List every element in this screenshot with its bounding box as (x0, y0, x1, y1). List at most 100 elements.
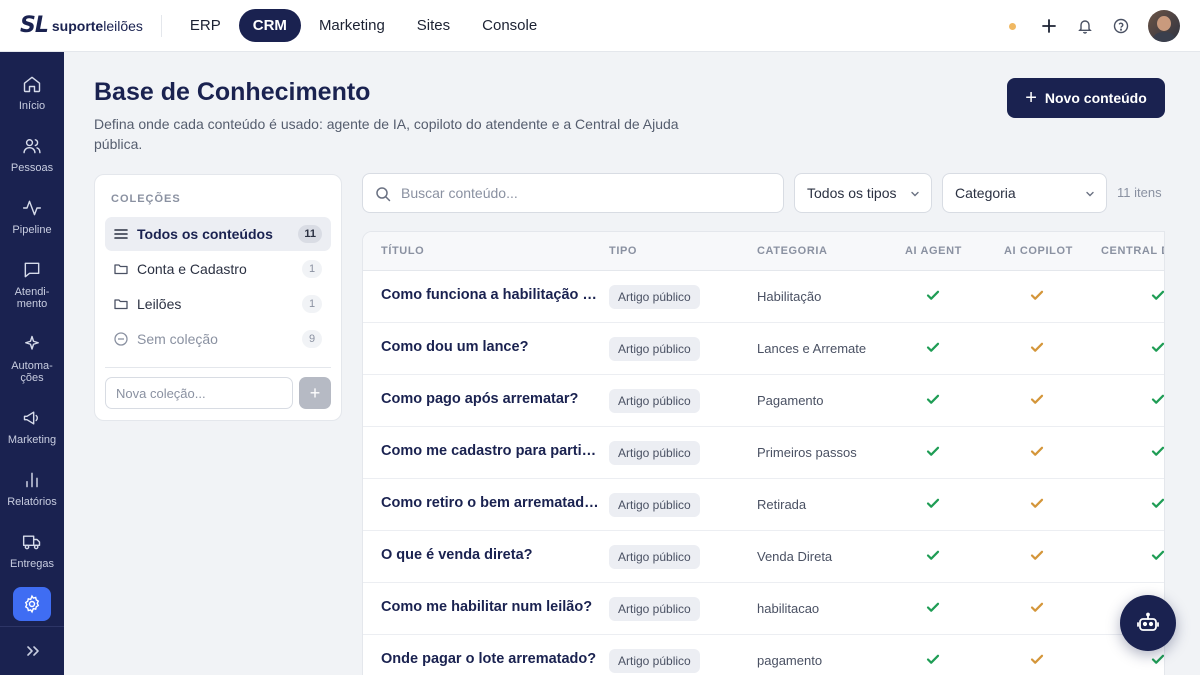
ai-agent-check-icon[interactable] (925, 287, 941, 303)
table-row[interactable]: Como funciona a habilitação em leilões? A… (363, 271, 1164, 323)
sidebar-item-relatorios[interactable]: Relatórios (0, 470, 64, 508)
collections-panel: COLEÇÕES Todos os conteúdos 11 Conta e C… (94, 174, 342, 421)
central-check-icon[interactable] (1150, 443, 1164, 459)
table-row[interactable]: O que é venda direta? Artigo público Venda… (363, 531, 1164, 583)
minus-circle-icon (114, 332, 128, 346)
ai-copilot-check-icon[interactable] (1029, 339, 1045, 355)
row-type-badge: Artigo público (609, 389, 700, 413)
plus-icon: + (1025, 87, 1037, 109)
row-type-badge: Artigo público (609, 285, 700, 309)
sidebar-item-entregas[interactable]: Entregas (0, 532, 64, 570)
header-title[interactable]: TÍTULO (381, 245, 424, 257)
header-type[interactable]: TIPO (609, 245, 637, 257)
central-check-icon[interactable] (1150, 339, 1164, 355)
ai-agent-check-icon[interactable] (925, 495, 941, 511)
collection-all[interactable]: Todos os conteúdos 11 (105, 217, 331, 251)
ai-copilot-check-icon[interactable] (1029, 547, 1045, 563)
collection-label: Sem coleção (137, 331, 218, 347)
row-title[interactable]: Como me cadastro para participar? (381, 443, 601, 459)
row-title[interactable]: Como funciona a habilitação em leilões? (381, 287, 601, 303)
row-title[interactable]: Como me habilitar num leilão? (381, 599, 601, 615)
row-title[interactable]: O que é venda direta? (381, 547, 601, 563)
ai-copilot-check-icon[interactable] (1029, 391, 1045, 407)
ai-copilot-check-icon[interactable] (1029, 443, 1045, 459)
nav-sites[interactable]: Sites (403, 9, 464, 42)
ai-agent-check-icon[interactable] (925, 547, 941, 563)
nav-erp[interactable]: ERP (176, 9, 235, 42)
header-ai-agent[interactable]: AI AGENT (905, 245, 962, 257)
new-collection-input[interactable] (105, 377, 293, 409)
sidebar-item-pipeline[interactable]: Pipeline (0, 198, 64, 236)
ai-agent-check-icon[interactable] (925, 339, 941, 355)
sidebar-item-pessoas[interactable]: Pessoas (0, 136, 64, 174)
ai-copilot-check-icon[interactable] (1029, 599, 1045, 615)
collection-conta-cadastro[interactable]: Conta e Cadastro 1 (105, 252, 331, 286)
central-check-icon[interactable] (1150, 495, 1164, 511)
robot-icon (1137, 612, 1159, 631)
collection-sem-colecao[interactable]: Sem coleção 9 (105, 322, 331, 356)
type-select[interactable]: Todos os tipos (794, 173, 932, 213)
truck-icon (22, 535, 41, 550)
table-row[interactable]: Como dou um lance? Artigo público Lances e… (363, 323, 1164, 375)
central-check-icon[interactable] (1150, 391, 1164, 407)
ai-agent-check-icon[interactable] (925, 443, 941, 459)
megaphone-icon (23, 411, 38, 425)
collection-count: 1 (302, 260, 322, 278)
nav-crm[interactable]: CRM (238, 9, 301, 42)
header-central[interactable]: CENTRAL DE AJUDA (1101, 245, 1164, 257)
left-sidebar: Início Pessoas Pipeline Atendi- mento Au… (0, 52, 64, 675)
ai-copilot-check-icon[interactable] (1029, 287, 1045, 303)
new-content-button[interactable]: + Novo conteúdo (1007, 78, 1165, 118)
row-category: pagamento (757, 653, 823, 668)
user-avatar[interactable] (1148, 10, 1180, 42)
category-select[interactable]: Categoria (942, 173, 1107, 213)
content-table: TÍTULO TIPO CATEGORIA AI AGENT AI COPILO… (362, 231, 1165, 675)
collections-divider (105, 367, 331, 368)
expand-sidebar-icon[interactable] (24, 642, 42, 660)
table-row[interactable]: Como pago após arrematar? Artigo público P… (363, 375, 1164, 427)
sidebar-item-atendimento[interactable]: Atendi- mento (0, 260, 64, 310)
sidebar-divider (0, 626, 64, 627)
assistant-bot-button[interactable] (1120, 595, 1176, 651)
row-title[interactable]: Como dou um lance? (381, 339, 601, 355)
ai-copilot-check-icon[interactable] (1029, 651, 1045, 667)
brand-logo[interactable]: SL suporteleilões (20, 0, 143, 52)
central-check-icon[interactable] (1150, 547, 1164, 563)
help-icon[interactable] (1112, 17, 1130, 35)
search-input[interactable] (401, 174, 771, 212)
page-subtitle: Defina onde cada conteúdo é usado: agent… (94, 116, 679, 152)
table-header: TÍTULO TIPO CATEGORIA AI AGENT AI COPILO… (363, 232, 1164, 271)
table-row[interactable]: Como retiro o bem arrematado? Artigo públ… (363, 479, 1164, 531)
list-icon (114, 229, 128, 239)
bell-icon[interactable] (1076, 17, 1094, 35)
row-title[interactable]: Onde pagar o lote arrematado? (381, 651, 601, 667)
ai-agent-check-icon[interactable] (925, 391, 941, 407)
add-collection-button[interactable]: + (299, 377, 331, 409)
header-ai-copilot[interactable]: AI COPILOT (1004, 245, 1073, 257)
central-check-icon[interactable] (1150, 651, 1164, 667)
table-row[interactable]: Como me habilitar num leilão? Artigo públ… (363, 583, 1164, 635)
ai-copilot-check-icon[interactable] (1029, 495, 1045, 511)
sidebar-item-automacoes[interactable]: Automa- ções (0, 334, 64, 384)
table-row[interactable]: Onde pagar o lote arrematado? Artigo públ… (363, 635, 1164, 675)
header-category[interactable]: CATEGORIA (757, 245, 828, 257)
row-title[interactable]: Como pago após arrematar? (381, 391, 601, 407)
search-box[interactable] (362, 173, 784, 213)
plus-icon[interactable] (1040, 17, 1058, 35)
ai-agent-check-icon[interactable] (925, 599, 941, 615)
ai-agent-check-icon[interactable] (925, 651, 941, 667)
nav-marketing[interactable]: Marketing (305, 9, 399, 42)
central-check-icon[interactable] (1150, 287, 1164, 303)
collection-count: 1 (302, 295, 322, 313)
gear-icon (24, 594, 40, 614)
collection-leiloes[interactable]: Leilões 1 (105, 287, 331, 321)
nav-console[interactable]: Console (468, 9, 551, 42)
sidebar-item-inicio[interactable]: Início (0, 74, 64, 112)
sidebar-item-settings[interactable] (13, 587, 51, 621)
users-icon (23, 139, 41, 154)
table-row[interactable]: Como me cadastro para participar? Artigo … (363, 427, 1164, 479)
sidebar-item-marketing[interactable]: Marketing (0, 408, 64, 446)
activity-icon (22, 200, 42, 216)
row-title[interactable]: Como retiro o bem arrematado? (381, 495, 601, 511)
collections-heading: COLEÇÕES (111, 193, 181, 205)
